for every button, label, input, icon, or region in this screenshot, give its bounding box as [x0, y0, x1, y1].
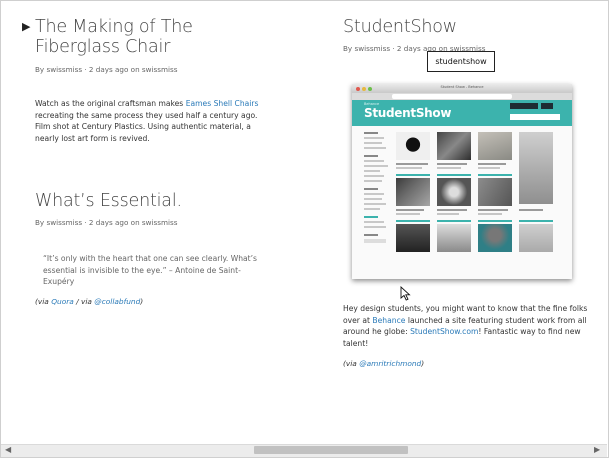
nav-button: [510, 103, 538, 109]
post-title-whats-essential[interactable]: What’s Essential.: [35, 191, 265, 211]
studentshow-logo: StudentShow: [364, 106, 452, 120]
project-thumbnail: [437, 178, 471, 206]
studentshow-screenshot[interactable]: Student Show - Behance Behance StudentSh…: [352, 84, 572, 279]
scroll-right-arrow-icon[interactable]: ▶: [594, 444, 600, 456]
mouse-pointer-icon: [400, 286, 411, 301]
triangle-right-icon: ▶: [22, 20, 31, 33]
zoom-dot-icon: [368, 87, 372, 91]
nav-button: [541, 103, 553, 109]
quora-link[interactable]: Quora: [51, 297, 74, 306]
project-thumbnail: [519, 224, 553, 252]
blockquote: “It’s only with the heart that one can s…: [43, 254, 258, 286]
via-line: (via @amritrichmond): [343, 359, 424, 368]
post-title-studentshow[interactable]: StudentShow: [343, 17, 543, 37]
via-close: ): [140, 297, 144, 306]
amritrichmond-link[interactable]: @amritrichmond: [359, 359, 421, 368]
scroll-left-arrow-icon[interactable]: ◀: [5, 444, 11, 456]
via-separator: / via: [73, 297, 95, 306]
project-thumbnail: [396, 224, 430, 252]
project-thumbnail: [396, 178, 430, 206]
post-body: Hey design students, you might want to k…: [343, 303, 601, 349]
post-body: Watch as the original craftsman makes Ea…: [35, 98, 273, 144]
link-tooltip: studentshow: [427, 51, 495, 72]
close-dot-icon: [356, 87, 360, 91]
post-title-fiberglass-chair[interactable]: The Making of The Fiberglass Chair: [35, 17, 265, 57]
collabfund-link[interactable]: @collabfund: [94, 297, 140, 306]
project-thumbnail: [437, 224, 471, 252]
project-thumbnail: [478, 132, 512, 160]
browser-window-title: Student Show - Behance: [440, 85, 484, 89]
project-thumbnail: [437, 132, 471, 160]
site-search-box: [510, 114, 560, 120]
via-open: (via: [343, 359, 360, 368]
via-close: ): [421, 359, 425, 368]
body-text: recreating the same process they used ha…: [35, 110, 258, 143]
project-thumbnail: [519, 132, 553, 204]
project-thumbnail: [478, 178, 512, 206]
minimize-dot-icon: [362, 87, 366, 91]
browser-urlbar: [352, 93, 572, 100]
post-meta: By swissmiss · 2 days ago on swissmiss: [35, 65, 178, 74]
behance-link[interactable]: Behance: [372, 316, 405, 325]
scrollbar-thumb[interactable]: [254, 446, 408, 454]
post-meta: By swissmiss · 2 days ago on swissmiss: [35, 218, 178, 227]
eames-shell-chairs-link[interactable]: Eames Shell Chairs: [186, 99, 259, 108]
via-line: (via Quora / via @collabfund): [35, 297, 143, 306]
site-sidebar: [364, 132, 390, 246]
body-text: Watch as the original craftsman makes: [35, 99, 186, 108]
url-field: [392, 94, 512, 99]
project-thumbnail: [396, 132, 430, 160]
via-open: (via: [35, 297, 52, 306]
project-thumbnail: [478, 224, 512, 252]
studentshow-link[interactable]: StudentShow.com: [410, 327, 478, 336]
